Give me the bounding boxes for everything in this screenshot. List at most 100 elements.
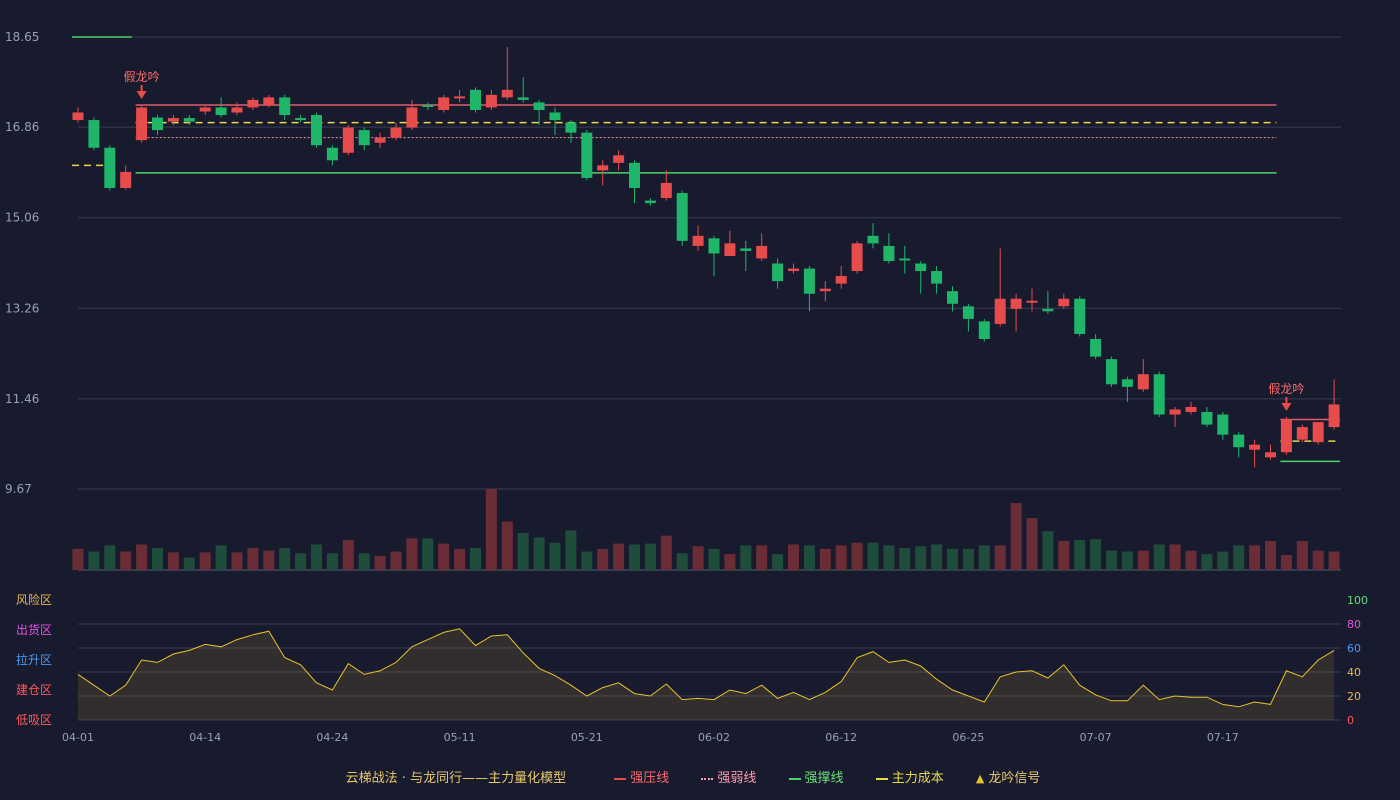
candle-body [772, 263, 784, 282]
volume-bar [1249, 545, 1261, 570]
volume-bar [1042, 531, 1054, 570]
candle-body [374, 137, 386, 143]
volume-bar [1090, 539, 1102, 570]
candle-body [708, 238, 720, 254]
oscillator-tick-label: 100 [1347, 594, 1368, 607]
volume-bar [899, 547, 911, 570]
signal-label: 假龙吟 [1268, 381, 1304, 396]
legend-label: 龙吟信号 [988, 771, 1041, 786]
volume-bar [1153, 544, 1165, 570]
volume-bar [88, 551, 100, 570]
volume-bar [644, 543, 656, 570]
candle-body [1233, 434, 1245, 448]
volume-bar [549, 542, 561, 570]
volume-bar [660, 535, 672, 570]
volume-bars [72, 489, 1340, 570]
volume-bar [1106, 550, 1117, 570]
candle-body [899, 258, 911, 261]
candle-body [1153, 374, 1165, 415]
volume-bar [199, 552, 211, 570]
volume-bar [1185, 550, 1197, 570]
candle-body [263, 97, 275, 105]
date-tick-label: 06-12 [825, 731, 857, 744]
price-tick-label: 18.65 [5, 30, 39, 44]
volume-bar [295, 553, 307, 570]
volume-bar [915, 546, 927, 570]
candle-body [517, 97, 529, 100]
volume-bar [803, 545, 815, 570]
oscillator-area [78, 628, 1335, 720]
volume-bar [962, 548, 974, 570]
date-tick-label: 04-14 [189, 731, 221, 744]
candle-body [565, 122, 577, 133]
volume-bar [867, 542, 879, 570]
legend-item-support[interactable]: 强撑线 [788, 771, 848, 786]
volume-bar [1010, 503, 1022, 570]
signal-arrow [136, 90, 147, 99]
volume-bar [517, 533, 529, 570]
support-line-swatch [788, 777, 801, 780]
volume-bar [931, 544, 943, 570]
zone-label: 建仓区 [16, 683, 52, 697]
volume-bar [311, 544, 322, 570]
candle-body [104, 147, 116, 189]
candle-body [915, 263, 927, 272]
legend-item-weak[interactable]: 强弱线 [701, 771, 760, 786]
candle-body [311, 115, 322, 146]
candle-body [501, 89, 513, 98]
candle-body [819, 288, 831, 292]
legend-label: 主力成本 [891, 771, 944, 786]
volume-bar [978, 545, 990, 570]
candle-body [231, 107, 243, 113]
legend-item-signal[interactable]: ▲ 龙吟信号 [976, 771, 1040, 786]
candle-body [152, 117, 163, 131]
volume-bar [454, 548, 466, 570]
volume-bar [1121, 551, 1133, 570]
volume-bar [708, 548, 720, 570]
candle-body [183, 118, 195, 122]
candle-body [994, 298, 1006, 324]
legend-item-pressure[interactable]: 强压线 [614, 771, 673, 786]
candle-body [740, 248, 752, 251]
oscillator-tick-label: 80 [1347, 618, 1361, 631]
candle-body [326, 147, 338, 161]
candle-body [835, 276, 847, 284]
price-tick-label: 13.26 [5, 301, 39, 315]
candle-body [1201, 411, 1213, 425]
volume-bar [692, 546, 704, 570]
candle-body [406, 107, 418, 128]
candle-body [724, 243, 736, 256]
volume-bar [533, 537, 545, 570]
candle-body [613, 155, 625, 163]
candle-body [692, 235, 704, 246]
volume-bar [1074, 540, 1086, 570]
volume-bar [835, 545, 847, 570]
candlestick-series [72, 47, 1340, 468]
volume-bar [1233, 545, 1245, 570]
price-tick-label: 15.06 [5, 211, 39, 225]
candle-body [660, 182, 672, 199]
candle-body [1026, 300, 1038, 303]
volume-bar [1296, 540, 1308, 570]
candle-body [358, 130, 370, 146]
signal-arrow [1281, 403, 1292, 412]
candle-body [390, 127, 402, 138]
volume-bar [136, 544, 148, 570]
price-axis: 18.65 16.86 15.06 13.26 11.46 9.67 [5, 30, 39, 496]
volume-bar [183, 557, 195, 570]
legend-item-cost[interactable]: 主力成本 [875, 771, 948, 786]
volume-bar [358, 553, 370, 570]
date-tick-label: 07-07 [1080, 731, 1112, 744]
volume-bar [994, 545, 1006, 570]
volume-bar [851, 542, 863, 570]
candle-body [644, 200, 656, 204]
oscillator-tick-label: 60 [1347, 642, 1361, 655]
price-tick-label: 9.67 [5, 482, 32, 496]
candle-body [803, 268, 815, 294]
candle-body [295, 118, 307, 121]
chart-canvas: 18.6516.8615.0613.2611.469.67 假龙吟假龙吟 020… [5, 30, 1368, 744]
volume-bar [772, 554, 784, 570]
candle-body [1010, 298, 1022, 309]
candle-body [279, 97, 291, 116]
volume-bar [342, 540, 354, 570]
